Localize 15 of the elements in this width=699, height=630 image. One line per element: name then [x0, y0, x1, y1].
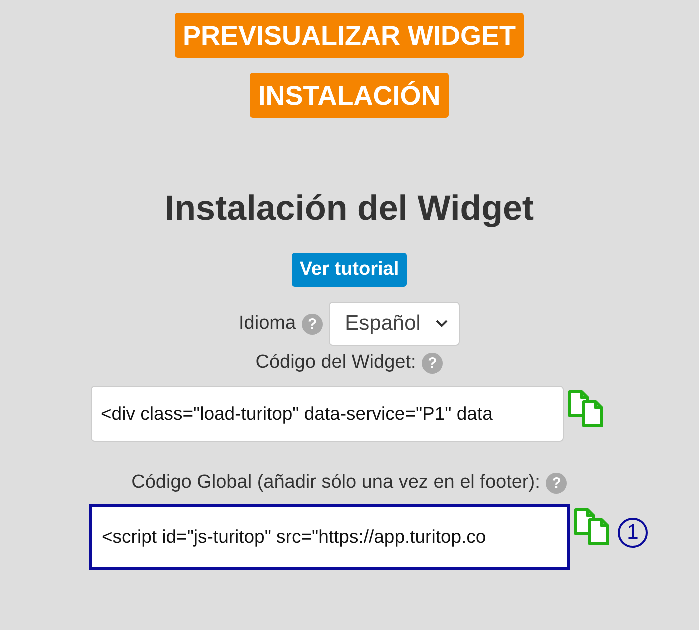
tutorial-button[interactable]: Ver tutorial — [292, 253, 408, 287]
help-icon[interactable]: ? — [546, 472, 568, 494]
page-title: Instalación del Widget — [164, 189, 534, 229]
nav-button[interactable]: INSTALACIÓN — [250, 73, 449, 118]
code-field[interactable]: <div class="load-turitop" data-service="P1" data — [91, 386, 564, 442]
nav-button[interactable]: PREVISUALIZAR WIDGET — [174, 13, 524, 58]
callout-marker: 1 — [618, 518, 648, 548]
language-label: Idioma — [239, 313, 296, 335]
code-field[interactable]: <script id="js-turitop" src="https://app.turitop.co — [89, 504, 570, 570]
language-select[interactable]: Español — [329, 302, 460, 346]
field-label: Código Global (añadir sólo una vez en el footer): — [132, 472, 540, 494]
field-label: Código del Widget: — [256, 352, 416, 374]
chevron-icon — [434, 319, 449, 329]
help-icon[interactable]: ? — [302, 314, 324, 334]
help-icon[interactable]: ? — [422, 352, 444, 374]
